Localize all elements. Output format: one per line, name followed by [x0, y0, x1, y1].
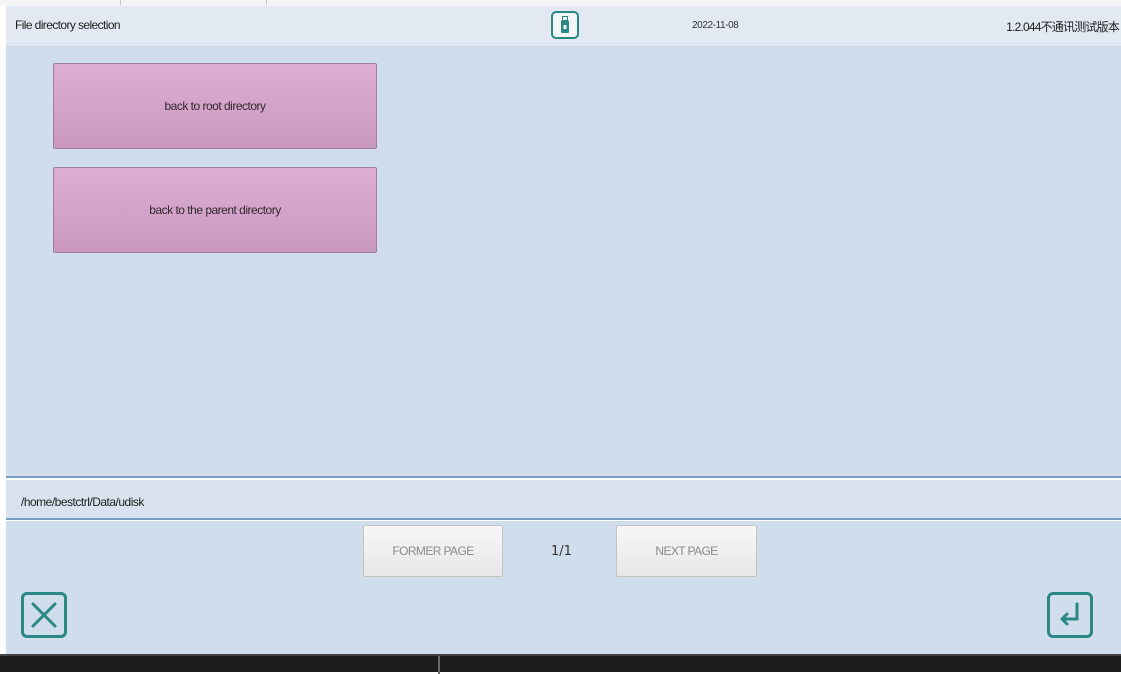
confirm-button[interactable]	[1047, 592, 1093, 638]
cancel-button[interactable]	[21, 592, 67, 638]
current-path: /home/bestctrl/Data/udisk	[21, 495, 144, 509]
former-page-button[interactable]: FORMER PAGE	[363, 525, 503, 577]
divider	[6, 518, 1121, 520]
bottom-panel	[6, 521, 1121, 654]
back-to-root-label: back to root directory	[164, 99, 266, 113]
back-to-root-button[interactable]: back to root directory	[53, 63, 377, 149]
close-x-icon	[31, 602, 57, 628]
directory-list-area: back to root directory back to the paren…	[6, 47, 1121, 476]
page-indicator: 1/1	[551, 544, 572, 559]
taskbar-divider	[438, 656, 440, 674]
usb-drive-icon	[551, 11, 579, 39]
path-bar	[6, 480, 1121, 518]
header-bar: File directory selection 2022-11-08 1.2.…	[6, 6, 1121, 47]
next-page-label: NEXT PAGE	[655, 544, 718, 558]
strip-divider	[120, 0, 121, 5]
divider	[6, 476, 1121, 478]
strip-divider	[266, 0, 267, 5]
taskbar	[0, 654, 1121, 674]
version-label: 1.2.044不通讯测试版本	[1006, 20, 1120, 34]
date-display: 2022-11-08	[692, 20, 739, 31]
back-to-parent-label: back to the parent directory	[149, 203, 281, 217]
next-page-button[interactable]: NEXT PAGE	[616, 525, 757, 577]
page-title: File directory selection	[15, 18, 121, 32]
former-page-label: FORMER PAGE	[392, 544, 474, 558]
file-directory-screen: File directory selection 2022-11-08 1.2.…	[0, 0, 1121, 674]
back-to-parent-button[interactable]: back to the parent directory	[53, 167, 377, 253]
enter-return-icon	[1060, 602, 1079, 626]
